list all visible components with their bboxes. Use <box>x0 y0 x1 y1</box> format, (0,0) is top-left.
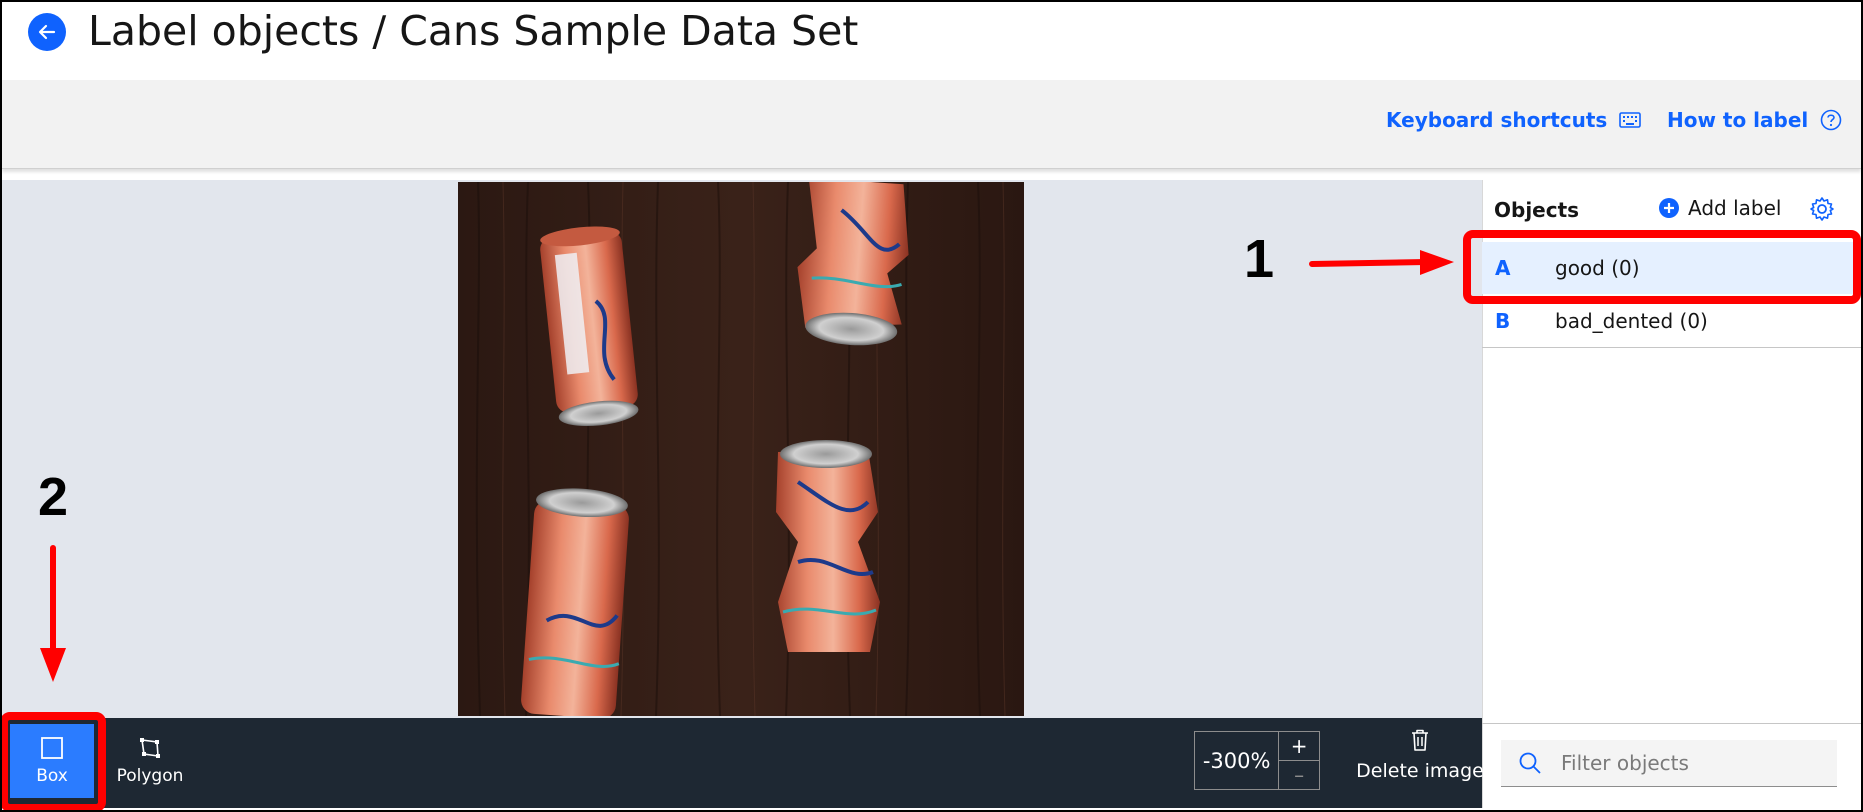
sample-image[interactable] <box>458 182 1024 716</box>
polygon-icon <box>140 738 160 758</box>
box-tool-label: Box <box>36 766 68 786</box>
add-circle-icon <box>1659 198 1679 218</box>
object-label-row-good[interactable]: A good (0) <box>1482 242 1861 294</box>
delete-image-button[interactable]: Delete image <box>1344 728 1496 782</box>
filter-objects-input[interactable] <box>1559 750 1833 776</box>
how-to-label-link[interactable]: How to label <box>1667 108 1842 132</box>
keyboard-icon <box>1619 112 1642 128</box>
callout-number-2: 2 <box>38 467 69 527</box>
divider <box>1482 723 1861 724</box>
search-icon <box>1519 752 1541 774</box>
square-icon <box>41 737 63 759</box>
how-to-label-text: How to label <box>1667 108 1809 132</box>
callout-arrow-right <box>1309 250 1454 275</box>
page-header: Label objects / Cans Sample Data Set <box>2 2 1861 80</box>
add-label-button[interactable]: Add label <box>1658 196 1781 220</box>
settings-gear-icon[interactable] <box>1808 195 1836 223</box>
delete-image-label: Delete image <box>1356 760 1484 782</box>
trash-icon <box>1412 729 1428 751</box>
divider <box>1482 347 1861 348</box>
zoom-in-button[interactable]: + <box>1279 732 1319 760</box>
callout-number-1: 1 <box>1244 229 1275 289</box>
zoom-control: -300% + – <box>1194 731 1320 790</box>
callout-arrow-down <box>40 545 66 682</box>
help-icon <box>1820 109 1842 131</box>
back-button[interactable] <box>28 13 66 51</box>
filter-objects-field[interactable] <box>1501 740 1837 787</box>
arrow-left-icon <box>38 24 56 40</box>
polygon-tool-label: Polygon <box>116 766 184 786</box>
object-key: B <box>1495 309 1511 333</box>
keyboard-shortcuts-label: Keyboard shortcuts <box>1386 108 1608 132</box>
object-name: good (0) <box>1555 256 1640 280</box>
keyboard-shortcuts-link[interactable]: Keyboard shortcuts <box>1386 108 1642 132</box>
page-title: Label objects / Cans Sample Data Set <box>88 7 859 55</box>
zoom-level[interactable]: -300% <box>1195 732 1280 789</box>
zoom-out-button[interactable]: – <box>1279 760 1319 789</box>
object-label-row-bad-dented[interactable]: B bad_dented (0) <box>1482 295 1861 347</box>
box-tool-button[interactable]: Box <box>10 724 94 798</box>
object-key: A <box>1495 256 1511 280</box>
object-name: bad_dented (0) <box>1555 309 1708 333</box>
objects-panel-title: Objects <box>1494 198 1580 222</box>
polygon-tool-button[interactable]: Polygon <box>112 724 188 798</box>
add-label-text: Add label <box>1688 196 1782 220</box>
